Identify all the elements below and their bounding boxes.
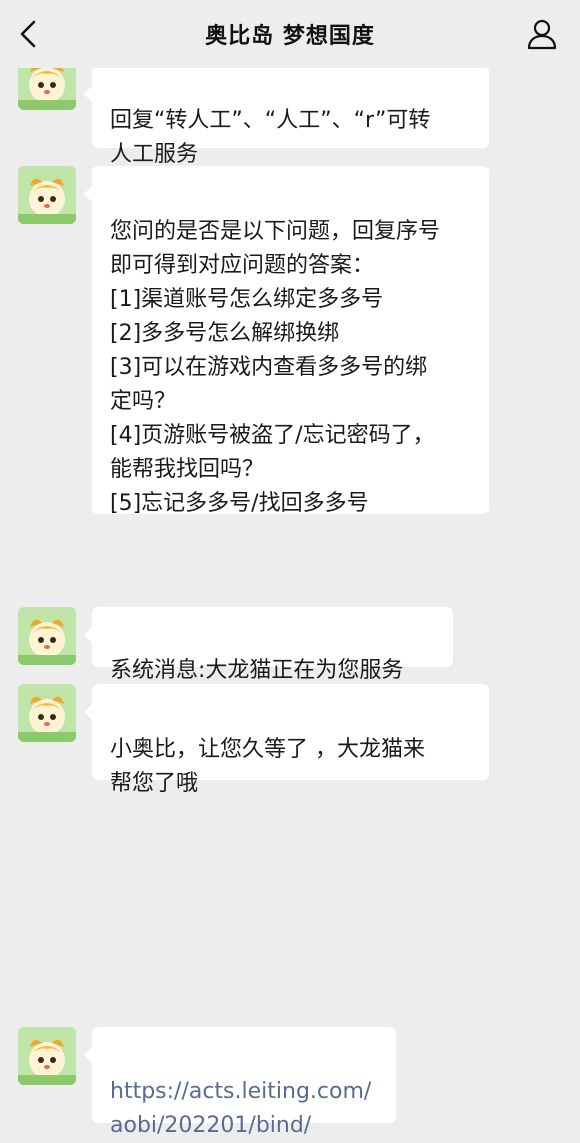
message-bubble: 小奥比，让您久等了 ，大龙猫来 帮您了哦 (84, 684, 489, 796)
person-icon (527, 19, 557, 50)
bot-avatar[interactable] (18, 1027, 76, 1085)
message-text: 小奥比，让您久等了 ，大龙猫来 帮您了哦 (110, 737, 425, 796)
message-text: 系统消息:大龙猫正在为您服务 (110, 658, 404, 683)
message-text: 您问的是否是以下问题，回复序号 即可得到对应问题的答案： [1]渠道账号怎么绑定… (110, 219, 441, 516)
mascot-avatar-icon (18, 684, 76, 742)
message-text: 回复“转人工”、“人工”、“r”可转 人工服务 (110, 108, 431, 167)
top-bar: 奥比岛 梦想国度 (0, 0, 580, 68)
chat-title: 奥比岛 梦想国度 (205, 24, 375, 49)
message-link[interactable]: https://acts.leiting.com/ aobi/202201/bi… (110, 1079, 371, 1138)
profile-button[interactable] (524, 16, 560, 52)
mascot-avatar-icon (18, 607, 76, 665)
message-bubble: 回复“转人工”、“人工”、“r”可转 人工服务 (84, 66, 489, 167)
bot-avatar[interactable] (18, 166, 76, 224)
mascot-avatar-icon (18, 1027, 76, 1085)
message-bubble: 系统消息:大龙猫正在为您服务 (84, 607, 453, 683)
message-bubble: 您问的是否是以下问题，回复序号 即可得到对应问题的答案： [1]渠道账号怎么绑定… (84, 166, 489, 516)
bot-avatar[interactable] (18, 607, 76, 665)
mascot-avatar-icon (18, 166, 76, 224)
bot-avatar[interactable] (18, 684, 76, 742)
link-message-bubble: https://acts.leiting.com/ aobi/202201/bi… (84, 1027, 396, 1138)
